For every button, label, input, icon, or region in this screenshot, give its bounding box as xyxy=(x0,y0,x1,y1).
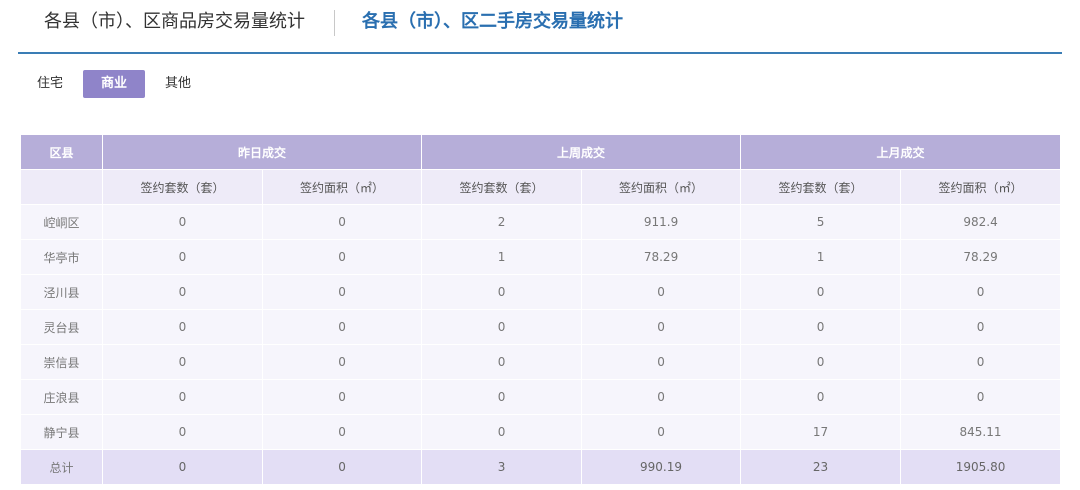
header-tabs: 各县（市）、区商品房交易量统计 各县（市）、区二手房交易量统计 xyxy=(18,0,1062,54)
sub-header-area: 签约面积（㎡） xyxy=(261,169,423,205)
sub-header-area: 签约面积（㎡） xyxy=(581,169,742,205)
table-cell: 0 xyxy=(740,274,902,310)
table-cell: 0 xyxy=(421,344,583,380)
table-cell: 0 xyxy=(261,379,423,415)
table-cell: 0 xyxy=(740,379,902,415)
table-cell: 911.9 xyxy=(581,204,742,240)
table-cell: 0 xyxy=(261,274,423,310)
table-cell: 0 xyxy=(102,274,263,310)
total-label: 总计 xyxy=(20,449,103,485)
table-cell: 78.29 xyxy=(581,239,742,275)
table-cell: 0 xyxy=(102,449,263,485)
table-group-header-row: 区县 昨日成交 上周成交 上月成交 xyxy=(20,134,1062,170)
table-cell: 0 xyxy=(261,414,423,450)
table-cell: 17 xyxy=(740,414,902,450)
table-row: 泾川县 0 0 0 0 0 0 xyxy=(20,274,1062,310)
table-cell: 0 xyxy=(421,379,583,415)
table-cell: 0 xyxy=(421,414,583,450)
table-cell: 0 xyxy=(102,379,263,415)
table-cell: 0 xyxy=(900,309,1062,345)
table-cell: 0 xyxy=(581,414,742,450)
table-cell: 0 xyxy=(261,204,423,240)
table-cell: 0 xyxy=(421,309,583,345)
table-cell: 0 xyxy=(581,274,742,310)
table-cell: 0 xyxy=(261,449,423,485)
column-header-district: 区县 xyxy=(20,134,103,170)
table-cell: 23 xyxy=(740,449,902,485)
table-cell: 0 xyxy=(900,274,1062,310)
type-tab-residential[interactable]: 住宅 xyxy=(30,70,70,98)
table-cell: 0 xyxy=(581,344,742,380)
table-cell: 0 xyxy=(261,239,423,275)
table-cell: 0 xyxy=(740,344,902,380)
sub-header-units: 签约套数（套） xyxy=(740,169,902,205)
table-cell: 5 xyxy=(740,204,902,240)
table-cell: 0 xyxy=(102,204,263,240)
table-cell: 78.29 xyxy=(900,239,1062,275)
table-cell: 990.19 xyxy=(581,449,742,485)
table-cell: 2 xyxy=(421,204,583,240)
sub-header-units: 签约套数（套） xyxy=(102,169,263,205)
district-name: 庄浪县 xyxy=(20,379,103,415)
table-cell: 0 xyxy=(102,414,263,450)
table-cell: 0 xyxy=(261,309,423,345)
table-row: 庄浪县 0 0 0 0 0 0 xyxy=(20,379,1062,415)
district-name: 泾川县 xyxy=(20,274,103,310)
table-cell: 0 xyxy=(900,379,1062,415)
tab-commodity-housing[interactable]: 各县（市）、区商品房交易量统计 xyxy=(44,8,305,36)
transaction-table: 区县 昨日成交 上周成交 上月成交 签约套数（套） 签约面积（㎡） 签约套数（套… xyxy=(20,134,1062,485)
column-header-yesterday: 昨日成交 xyxy=(101,134,423,170)
sub-header-area: 签约面积（㎡） xyxy=(900,169,1062,205)
table-row: 静宁县 0 0 0 0 17 845.11 xyxy=(20,414,1062,450)
table-cell: 982.4 xyxy=(900,204,1062,240)
table-cell: 0 xyxy=(102,309,263,345)
table-total-row: 总计 0 0 3 990.19 23 1905.80 xyxy=(20,449,1062,485)
table-cell: 0 xyxy=(421,274,583,310)
district-name: 华亭市 xyxy=(20,239,103,275)
sub-header-units: 签约套数（套） xyxy=(421,169,583,205)
table-cell: 1905.80 xyxy=(900,449,1062,485)
district-name: 崆峒区 xyxy=(20,204,103,240)
district-name: 崇信县 xyxy=(20,344,103,380)
page: 各县（市）、区商品房交易量统计 各县（市）、区二手房交易量统计 住宅 商业 其他… xyxy=(0,0,1080,490)
table-row: 崇信县 0 0 0 0 0 0 xyxy=(20,344,1062,380)
table-cell: 0 xyxy=(102,344,263,380)
table-sub-header-row: 签约套数（套） 签约面积（㎡） 签约套数（套） 签约面积（㎡） 签约套数（套） … xyxy=(20,169,1062,205)
district-name: 灵台县 xyxy=(20,309,103,345)
column-header-last-month: 上月成交 xyxy=(740,134,1062,170)
table-cell: 1 xyxy=(740,239,902,275)
type-tab-commercial[interactable]: 商业 xyxy=(83,70,145,98)
table-cell: 0 xyxy=(740,309,902,345)
table-row: 崆峒区 0 0 2 911.9 5 982.4 xyxy=(20,204,1062,240)
column-header-last-week: 上周成交 xyxy=(421,134,742,170)
table-cell: 1 xyxy=(421,239,583,275)
table-cell: 3 xyxy=(421,449,583,485)
table-cell: 0 xyxy=(581,309,742,345)
table-cell: 845.11 xyxy=(900,414,1062,450)
tab-divider xyxy=(334,10,335,36)
district-name: 静宁县 xyxy=(20,414,103,450)
sub-header-blank xyxy=(20,169,103,205)
table-cell: 0 xyxy=(900,344,1062,380)
table-cell: 0 xyxy=(581,379,742,415)
table-row: 华亭市 0 0 1 78.29 1 78.29 xyxy=(20,239,1062,275)
table-cell: 0 xyxy=(102,239,263,275)
type-tab-other[interactable]: 其他 xyxy=(158,70,198,98)
table-cell: 0 xyxy=(261,344,423,380)
table-row: 灵台县 0 0 0 0 0 0 xyxy=(20,309,1062,345)
tab-second-hand-housing[interactable]: 各县（市）、区二手房交易量统计 xyxy=(362,8,623,36)
